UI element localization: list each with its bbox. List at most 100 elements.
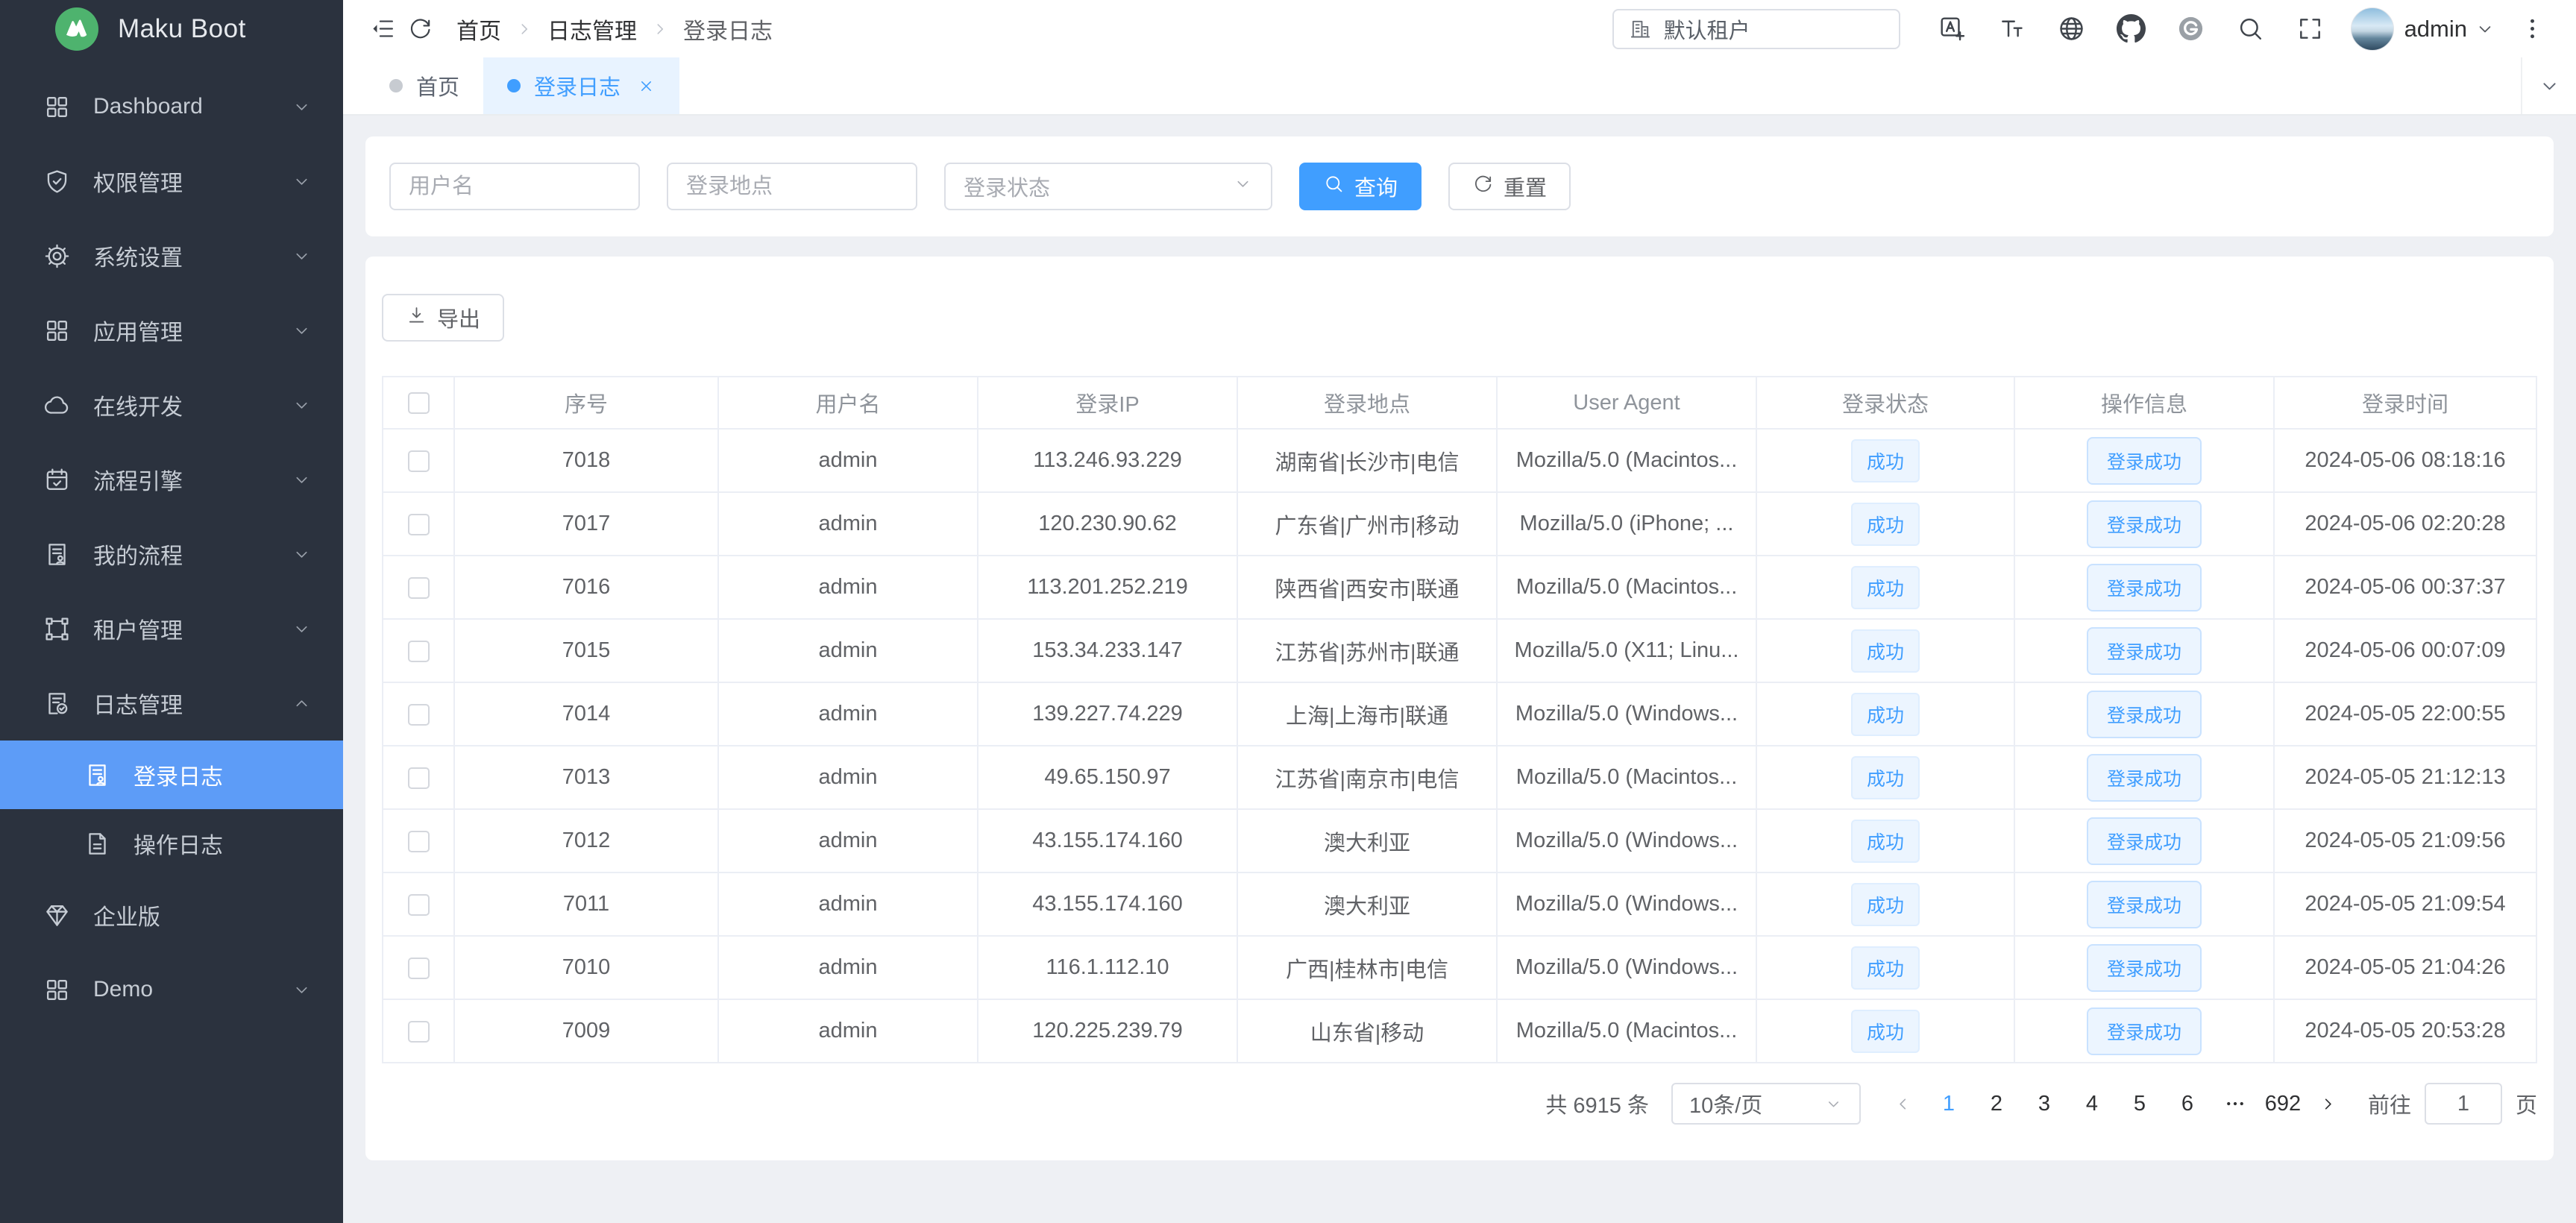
font-size-icon[interactable]: [1982, 0, 2042, 57]
fullscreen-icon[interactable]: [2281, 0, 2340, 57]
tenant-select[interactable]: 默认租户: [1612, 9, 1900, 49]
operation-info-button[interactable]: 登录成功: [2087, 944, 2202, 992]
cell-login-time: 2024-05-06 00:07:09: [2274, 619, 2536, 682]
gem-icon: [43, 902, 71, 929]
row-checkbox[interactable]: [408, 577, 430, 599]
row-checkbox[interactable]: [408, 958, 430, 979]
collapse-sidebar-icon[interactable]: [364, 10, 401, 48]
page-number-3[interactable]: 3: [2020, 1083, 2068, 1125]
row-checkbox[interactable]: [408, 450, 430, 472]
grid-icon: [43, 976, 71, 1004]
breadcrumb-home[interactable]: 首页: [456, 13, 501, 45]
select-all-checkbox[interactable]: [408, 392, 430, 414]
row-checkbox[interactable]: [408, 1021, 430, 1043]
reset-button[interactable]: 重置: [1448, 163, 1571, 210]
row-checkbox[interactable]: [408, 514, 430, 535]
sidebar-item-system-settings[interactable]: 系统设置: [0, 218, 343, 293]
user-menu[interactable]: admin: [2404, 16, 2495, 43]
sidebar-subitem-operation-log[interactable]: 操作日志: [0, 809, 343, 878]
sidebar-item-demo[interactable]: Demo: [0, 952, 343, 1027]
export-button-label: 导出: [437, 302, 480, 333]
operation-info-button[interactable]: 登录成功: [2087, 500, 2202, 548]
sidebar-item-app-mgmt[interactable]: 应用管理: [0, 293, 343, 368]
chevron-down-icon: [2475, 19, 2495, 40]
sidebar-item-label: 应用管理: [93, 314, 183, 347]
translate-icon[interactable]: [1923, 0, 1982, 57]
user-avatar[interactable]: [2351, 7, 2394, 51]
operation-info-button[interactable]: 登录成功: [2087, 817, 2202, 865]
operation-info-button[interactable]: 登录成功: [2087, 881, 2202, 928]
operation-info-button[interactable]: 登录成功: [2087, 437, 2202, 485]
cell-login-location: 湖南省|长沙市|电信: [1237, 429, 1497, 492]
operation-info-button[interactable]: 登录成功: [2087, 627, 2202, 675]
cell-username: admin: [718, 556, 978, 619]
goto-label: 前往: [2368, 1088, 2411, 1119]
globe-icon[interactable]: [2042, 0, 2102, 57]
sidebar-item-workflow-engine[interactable]: 流程引擎: [0, 442, 343, 517]
row-checkbox[interactable]: [408, 704, 430, 726]
page-number-6[interactable]: 6: [2164, 1083, 2211, 1125]
page-number-4[interactable]: 4: [2068, 1083, 2116, 1125]
sidebar-item-my-workflow[interactable]: 我的流程: [0, 517, 343, 591]
close-tab-icon[interactable]: [637, 77, 656, 95]
pages-ellipsis-icon[interactable]: [2211, 1083, 2259, 1125]
operation-info-button[interactable]: 登录成功: [2087, 1007, 2202, 1055]
cell-user-agent: Mozilla/5.0 (X11; Linu...: [1497, 619, 1756, 682]
operation-info-button[interactable]: 登录成功: [2087, 691, 2202, 738]
column-header: 登录地点: [1237, 377, 1497, 429]
cell-user-agent: Mozilla/5.0 (Windows...: [1497, 809, 1756, 873]
more-options-icon[interactable]: [2513, 10, 2551, 48]
sidebar-item-permission-mgmt[interactable]: 权限管理: [0, 144, 343, 218]
sidebar-item-enterprise[interactable]: 企业版: [0, 878, 343, 952]
login-status-badge: 成功: [1851, 566, 1920, 609]
cell-id: 7010: [454, 936, 718, 999]
login-location-input[interactable]: [667, 163, 917, 210]
gitee-icon[interactable]: [2161, 0, 2221, 57]
page-number-1[interactable]: 1: [1925, 1083, 1973, 1125]
login-status-select[interactable]: 登录状态: [944, 163, 1272, 210]
prev-page-icon[interactable]: [1882, 1083, 1925, 1125]
row-checkbox[interactable]: [408, 767, 430, 789]
row-checkbox[interactable]: [408, 641, 430, 662]
refresh-icon[interactable]: [401, 10, 439, 48]
search-button[interactable]: 查询: [1299, 163, 1421, 210]
logo-mountain-icon: [55, 7, 98, 51]
tab-login-log[interactable]: 登录日志: [483, 57, 679, 114]
username-input[interactable]: [389, 163, 640, 210]
page-number-2[interactable]: 2: [1973, 1083, 2020, 1125]
sidebar-item-log-mgmt[interactable]: 日志管理: [0, 666, 343, 741]
page-number-692[interactable]: 692: [2259, 1083, 2307, 1125]
frame-icon: [43, 615, 71, 643]
sidebar-item-dashboard[interactable]: Dashboard: [0, 69, 343, 144]
search-icon[interactable]: [2221, 0, 2281, 57]
goto-page-input[interactable]: [2425, 1083, 2502, 1125]
login-status-badge: 成功: [1851, 439, 1920, 482]
row-checkbox[interactable]: [408, 894, 430, 916]
row-checkbox[interactable]: [408, 831, 430, 852]
sidebar-item-tenant-mgmt[interactable]: 租户管理: [0, 591, 343, 666]
chevron-down-icon: [292, 246, 312, 266]
cell-login-ip: 113.246.93.229: [978, 429, 1237, 492]
sidebar-item-label: Dashboard: [93, 94, 203, 119]
export-button[interactable]: 导出: [382, 294, 504, 342]
next-page-icon[interactable]: [2307, 1083, 2350, 1125]
cell-id: 7012: [454, 809, 718, 873]
operation-info-button[interactable]: 登录成功: [2087, 754, 2202, 802]
breadcrumb-log-mgmt[interactable]: 日志管理: [547, 13, 637, 45]
cell-user-agent: Mozilla/5.0 (Macintos...: [1497, 556, 1756, 619]
sidebar: Maku Boot Dashboard 权限管理系统设置应用管理在线开发流程引擎我…: [0, 0, 343, 1223]
page-number-5[interactable]: 5: [2116, 1083, 2164, 1125]
tab-home[interactable]: 首页: [365, 57, 483, 114]
cell-user-agent: Mozilla/5.0 (Macintos...: [1497, 999, 1756, 1063]
page-size-select[interactable]: 10条/页: [1671, 1083, 1861, 1125]
app-logo[interactable]: Maku Boot: [0, 0, 343, 57]
operation-info-button[interactable]: 登录成功: [2087, 564, 2202, 612]
app-root: Maku Boot Dashboard 权限管理系统设置应用管理在线开发流程引擎我…: [0, 0, 2576, 1223]
tab-list-dropdown-icon[interactable]: [2521, 57, 2576, 114]
column-header: 登录IP: [978, 377, 1237, 429]
sidebar-subitem-login-log[interactable]: 登录日志: [0, 741, 343, 809]
cell-login-time: 2024-05-05 20:53:28: [2274, 999, 2536, 1063]
github-icon[interactable]: [2102, 0, 2161, 57]
sidebar-item-online-dev[interactable]: 在线开发: [0, 368, 343, 442]
calendar-check-icon: [43, 466, 71, 494]
